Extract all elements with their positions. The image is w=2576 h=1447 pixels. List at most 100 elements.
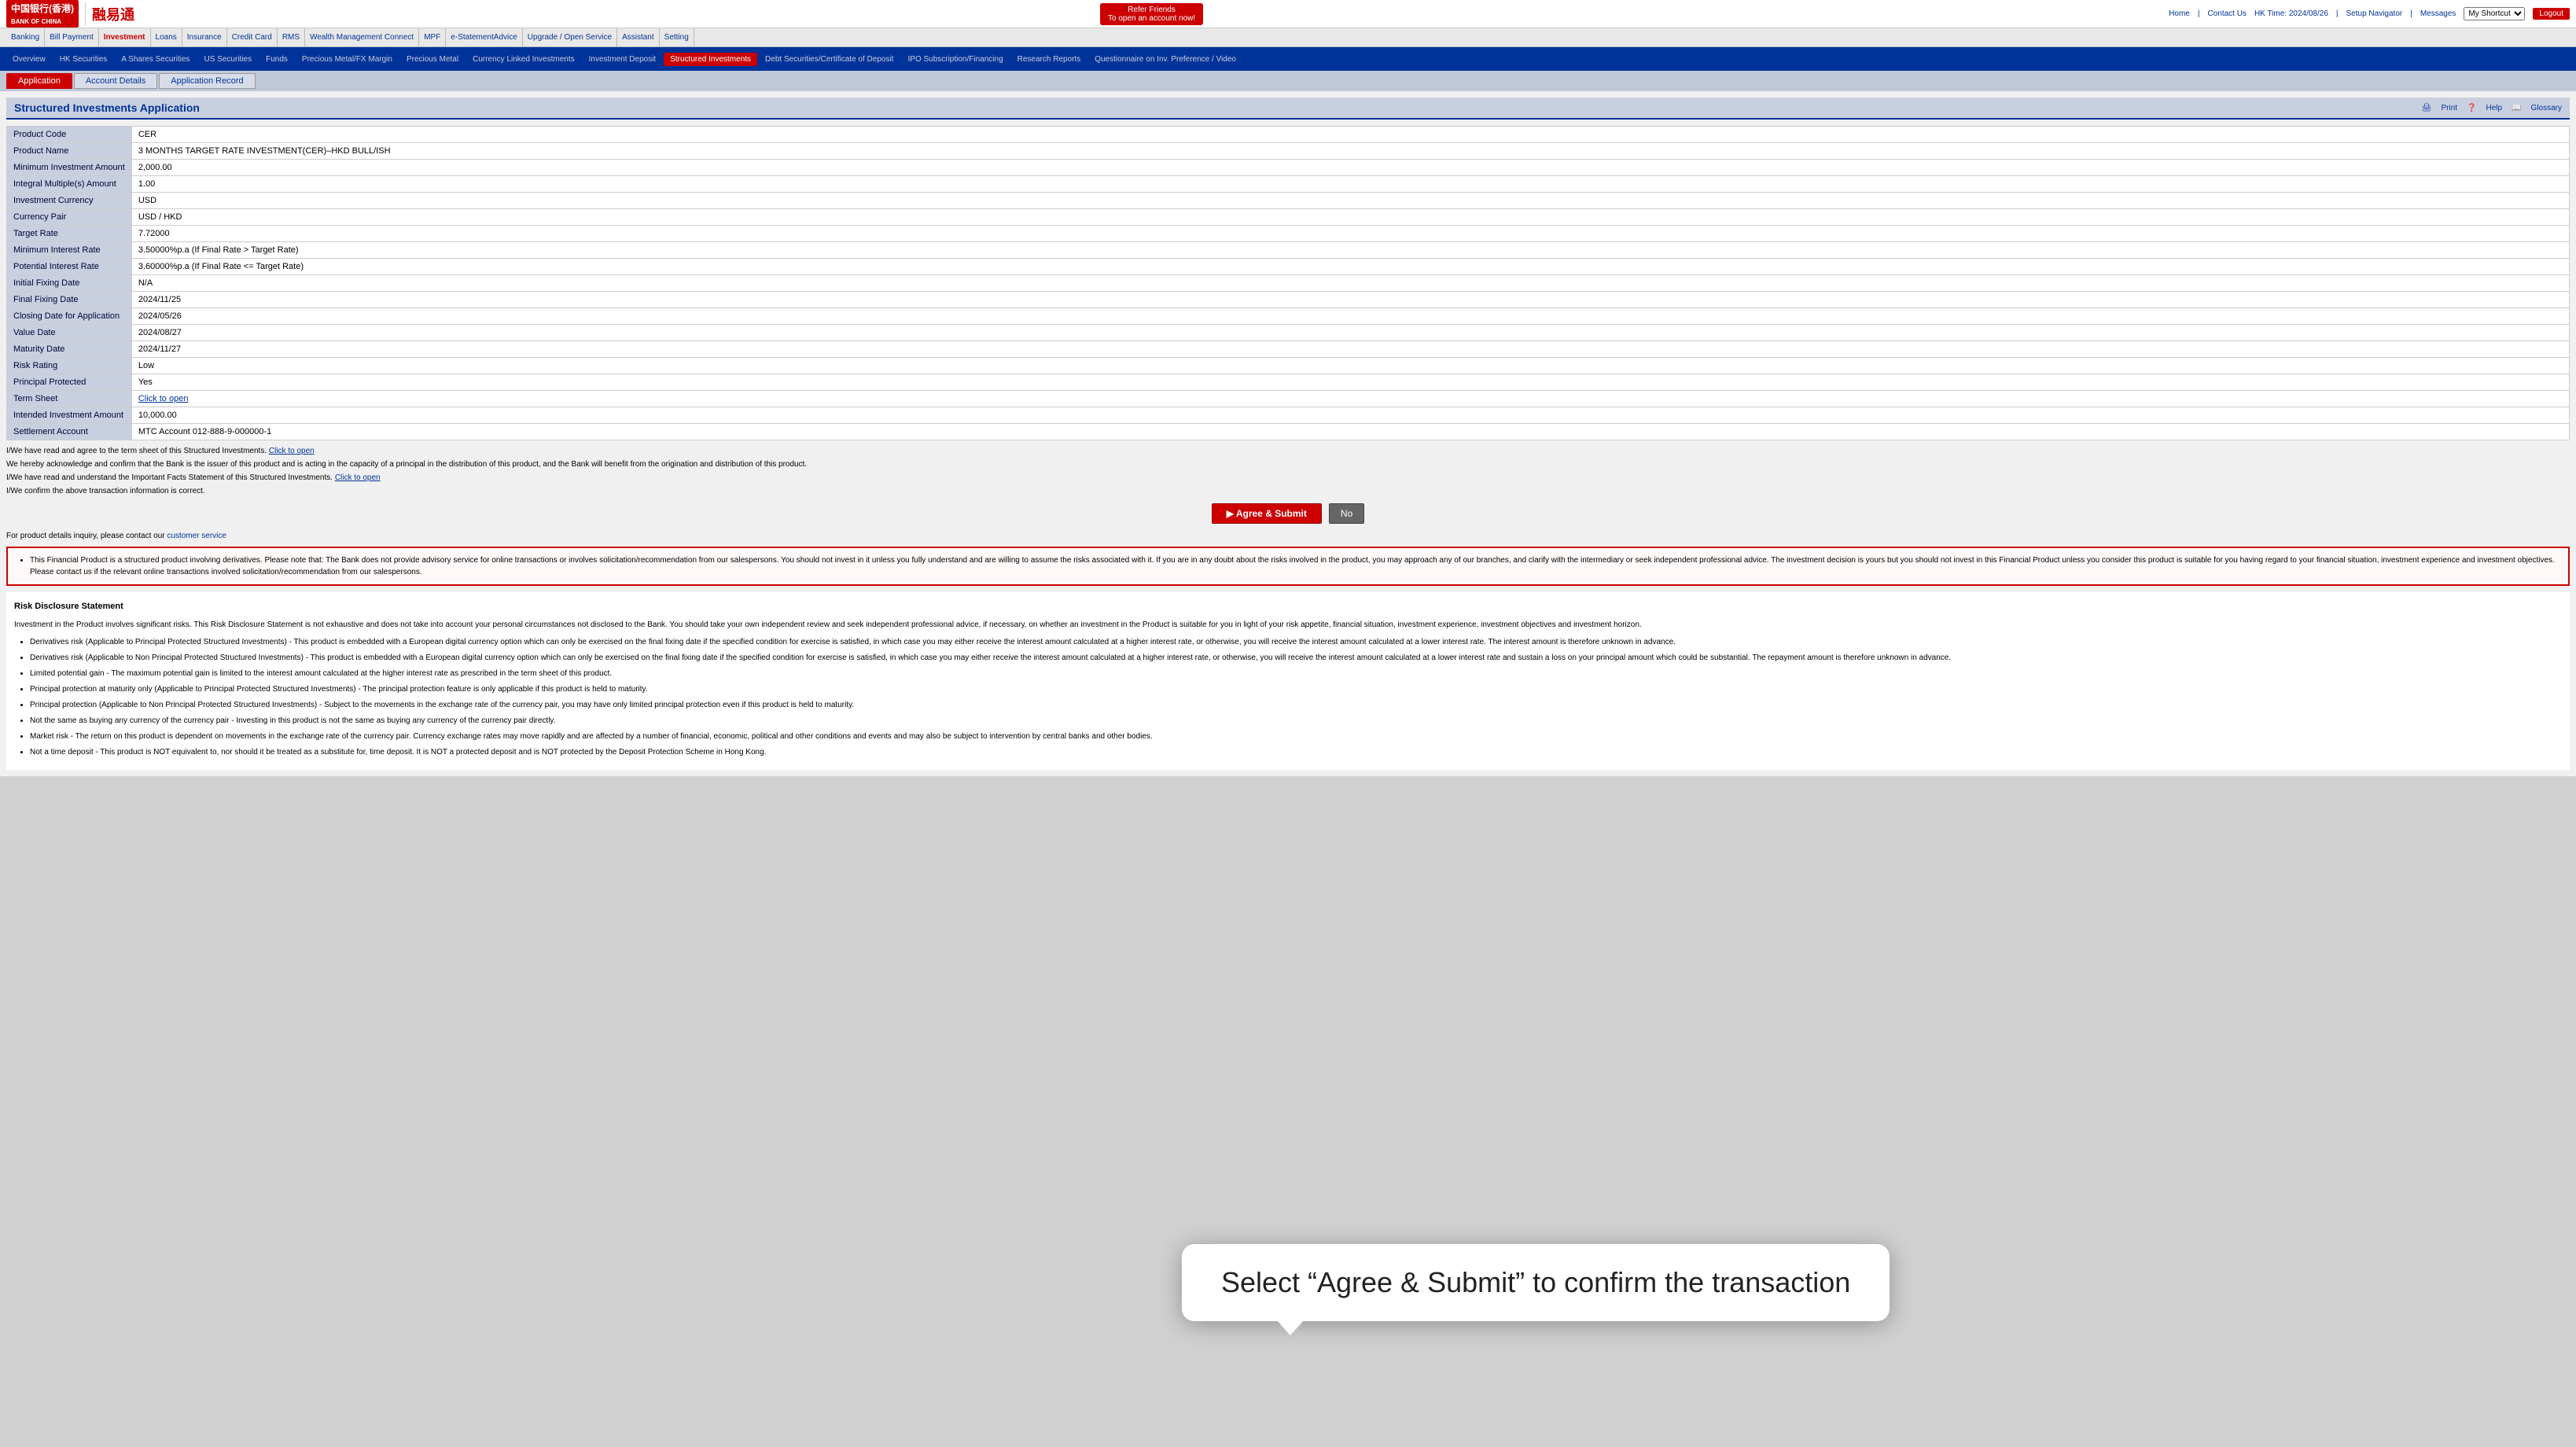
main-nav: BankingBill PaymentInvestmentLoansInsura… <box>0 28 2576 47</box>
sub-nav-item-funds[interactable]: Funds <box>259 53 294 66</box>
no-button[interactable]: No <box>1329 503 1364 524</box>
main-nav-item-insurance[interactable]: Insurance <box>182 28 227 47</box>
form-row: Currency PairUSD / HKD <box>7 209 2570 226</box>
risk-item: Derivatives risk (Applicable to Non Prin… <box>30 652 2562 665</box>
home-link[interactable]: Home <box>2169 9 2190 18</box>
sub-nav-item-us-securities[interactable]: US Securities <box>198 53 259 66</box>
notice-link[interactable]: Click to open <box>335 473 381 482</box>
glossary-link[interactable]: Glossary <box>2531 104 2562 112</box>
form-value: 2024/05/26 <box>131 308 2569 325</box>
form-value: MTC Account 012-888-9-000000-1 <box>131 424 2569 440</box>
form-row: Minimum Interest Rate3.50000%p.a (If Fin… <box>7 242 2570 259</box>
notice-link[interactable]: Click to open <box>269 447 315 455</box>
messages-link[interactable]: Messages <box>2420 9 2456 18</box>
sub-nav-item-investment-deposit[interactable]: Investment Deposit <box>583 53 663 66</box>
contact-link[interactable]: Contact Us <box>2207 9 2246 18</box>
help-link[interactable]: Help <box>2486 104 2503 112</box>
risk-item: Limited potential gain - The maximum pot… <box>30 668 2562 680</box>
form-value: 7.72000 <box>131 226 2569 242</box>
sub-nav-item-structured-investments[interactable]: Structured Investments <box>664 53 757 66</box>
form-label: Target Rate <box>7 226 132 242</box>
main-nav-item-investment[interactable]: Investment <box>99 28 151 47</box>
risk-item: Principal protection (Applicable to Non … <box>30 699 2562 712</box>
logo-area: 中国银行(香港) BANK OF CHINA 融易通 <box>6 0 134 28</box>
form-row: Investment CurrencyUSD <box>7 193 2570 209</box>
form-row: Term SheetClick to open <box>7 391 2570 407</box>
notice-item: I/We have read and understand the Import… <box>6 473 2570 482</box>
risk-item: Derivatives risk (Applicable to Principa… <box>30 636 2562 649</box>
glossary-icon: 📖 <box>2512 104 2521 112</box>
form-row: Settlement AccountMTC Account 012-888-9-… <box>7 424 2570 440</box>
main-nav-item-upgrade-/-open-service[interactable]: Upgrade / Open Service <box>523 28 617 47</box>
sub-nav-item-overview[interactable]: Overview <box>6 53 52 66</box>
main-nav-item-banking[interactable]: Banking <box>6 28 45 47</box>
customer-service-link[interactable]: customer service <box>167 532 226 540</box>
warning-box: This Financial Product is a structured p… <box>6 547 2570 586</box>
sub-nav-item-research-reports[interactable]: Research Reports <box>1011 53 1087 66</box>
form-value: USD / HKD <box>131 209 2569 226</box>
tab-bar: ApplicationAccount DetailsApplication Re… <box>0 71 2576 91</box>
main-nav-item-rms[interactable]: RMS <box>278 28 305 47</box>
application-form-table: Product CodeCERProduct Name3 MONTHS TARG… <box>6 126 2570 440</box>
main-nav-item-bill-payment[interactable]: Bill Payment <box>45 28 99 47</box>
agree-submit-button[interactable]: ▶ Agree & Submit <box>1212 503 1322 524</box>
tooltip-overlay: Select “Agree & Submit” to confirm the t… <box>1182 1244 1890 1321</box>
form-label: Closing Date for Application <box>7 308 132 325</box>
top-links: Home | Contact Us HK Time: 2024/08/26 | … <box>2169 7 2570 20</box>
tab-account-details[interactable]: Account Details <box>74 73 157 89</box>
main-nav-item-assistant[interactable]: Assistant <box>617 28 660 47</box>
sub-nav-item-debt-securitiescertificate-of-deposit[interactable]: Debt Securities/Certificate of Deposit <box>759 53 900 66</box>
sub-nav-item-hk-securities[interactable]: HK Securities <box>53 53 114 66</box>
form-label: Risk Rating <box>7 358 132 374</box>
form-value: 1.00 <box>131 176 2569 193</box>
my-shortcut-select[interactable]: My Shortcut <box>2464 7 2525 20</box>
main-nav-item-credit-card[interactable]: Credit Card <box>227 28 278 47</box>
tab-application-record[interactable]: Application Record <box>159 73 255 89</box>
form-label: Final Fixing Date <box>7 292 132 308</box>
form-value: 2024/11/27 <box>131 341 2569 358</box>
form-label: Principal Protected <box>7 374 132 391</box>
form-label: Product Code <box>7 127 132 143</box>
page-title-bar: Structured Investments Application 🖨 Pri… <box>6 98 2570 120</box>
risk-item: Principal protection at maturity only (A… <box>30 683 2562 696</box>
refer-banner: Refer Friends To open an account now! <box>1100 3 1203 25</box>
sub-nav-item-questionnaire-on-inv-preference--video[interactable]: Questionnaire on Inv. Preference / Video <box>1088 53 1242 66</box>
main-nav-item-e-statementadvice[interactable]: e-StatementAdvice <box>446 28 523 47</box>
form-row: Value Date2024/08/27 <box>7 325 2570 341</box>
page-content: Structured Investments Application 🖨 Pri… <box>0 91 2576 776</box>
form-label: Value Date <box>7 325 132 341</box>
form-row: Closing Date for Application2024/05/26 <box>7 308 2570 325</box>
form-row: Integral Multiple(s) Amount1.00 <box>7 176 2570 193</box>
form-label: Maturity Date <box>7 341 132 358</box>
risk-list: Derivatives risk (Applicable to Principa… <box>14 636 2562 759</box>
form-row: Intended Investment Amount10,000.00 <box>7 407 2570 424</box>
main-nav-item-setting[interactable]: Setting <box>660 28 694 47</box>
form-value: N/A <box>131 275 2569 292</box>
sub-nav-item-precious-metal[interactable]: Precious Metal <box>400 53 465 66</box>
form-value: 3.50000%p.a (If Final Rate > Target Rate… <box>131 242 2569 259</box>
form-row: Maturity Date2024/11/27 <box>7 341 2570 358</box>
form-label: Initial Fixing Date <box>7 275 132 292</box>
form-row: Final Fixing Date2024/11/25 <box>7 292 2570 308</box>
form-row: Minimum Investment Amount2,000.00 <box>7 160 2570 176</box>
tab-application[interactable]: Application <box>6 73 72 89</box>
form-label: Integral Multiple(s) Amount <box>7 176 132 193</box>
form-row: Principal ProtectedYes <box>7 374 2570 391</box>
main-nav-item-wealth-management-connect[interactable]: Wealth Management Connect <box>305 28 419 47</box>
main-nav-item-mpf[interactable]: MPF <box>419 28 446 47</box>
form-value: 2024/11/25 <box>131 292 2569 308</box>
form-label: Term Sheet <box>7 391 132 407</box>
print-link[interactable]: Print <box>2442 104 2458 112</box>
sub-nav-item-currency-linked-investments[interactable]: Currency Linked Investments <box>466 53 581 66</box>
sub-nav-item-precious-metalfx-margin[interactable]: Precious Metal/FX Margin <box>296 53 399 66</box>
sub-nav-item-a-shares-securities[interactable]: A Shares Securities <box>115 53 196 66</box>
tooltip-arrow <box>1276 1320 1305 1335</box>
form-value: 2,000.00 <box>131 160 2569 176</box>
title-actions: 🖨 Print ❓ Help 📖 Glossary <box>2422 104 2562 112</box>
main-nav-item-loans[interactable]: Loans <box>151 28 182 47</box>
warning-text: This Financial Product is a structured p… <box>30 554 2559 578</box>
setup-nav-link[interactable]: Setup Navigator <box>2346 9 2403 18</box>
sub-nav-item-ipo-subscriptionfinancing[interactable]: IPO Subscription/Financing <box>901 53 1009 66</box>
logout-button[interactable]: Logout <box>2533 8 2570 20</box>
form-value[interactable]: Click to open <box>131 391 2569 407</box>
